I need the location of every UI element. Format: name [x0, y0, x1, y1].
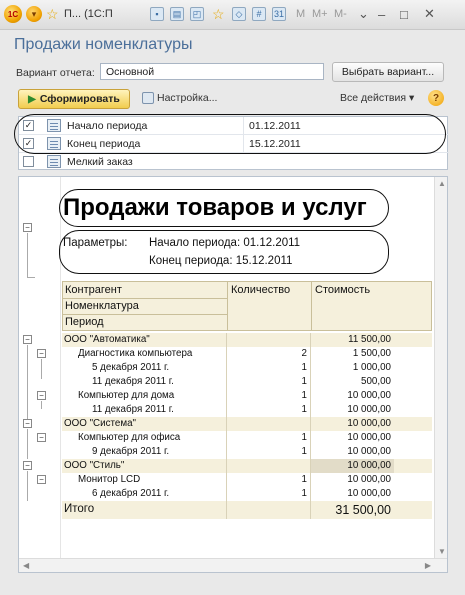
total-row[interactable]: Итого 31 500,00: [62, 501, 432, 519]
all-actions-menu[interactable]: Все действия ▾: [340, 92, 414, 104]
generate-label: Сформировать: [39, 93, 120, 105]
collapse-group-icon[interactable]: −: [23, 419, 32, 428]
table-row[interactable]: ООО "Стиль" 10 000,00: [62, 459, 432, 473]
table-row[interactable]: 5 декабря 2011 г. 1 1 000,00: [62, 361, 432, 375]
header-counterparty: Контрагент: [65, 284, 122, 296]
table-row[interactable]: 9 декабря 2011 г. 1 10 000,00: [62, 445, 432, 459]
title-bar: 1С ▾ ☆ П... (1С:П ▪ ▤ ◰ ☆ ◇ # 31 M M+ M-…: [0, 0, 465, 30]
table-row[interactable]: ООО "Система" 10 000,00: [62, 417, 432, 431]
maximize-icon[interactable]: □: [400, 5, 408, 23]
table-row[interactable]: Монитор LCD 1 10 000,00: [62, 473, 432, 487]
header-nomenclature: Номенклатура: [65, 300, 139, 312]
app-logo-icon[interactable]: 1С: [4, 5, 22, 23]
grouping-gutter: [19, 177, 61, 560]
vertical-scrollbar[interactable]: ▲ ▼: [434, 177, 447, 560]
menu-dropdown-icon[interactable]: ▾: [26, 6, 42, 22]
param-row-small-order[interactable]: Мелкий заказ: [19, 153, 449, 171]
collapse-group-icon[interactable]: −: [23, 335, 32, 344]
annotation-oval: [59, 189, 389, 227]
help-icon[interactable]: ?: [428, 90, 444, 106]
save-icon[interactable]: ▪: [150, 7, 164, 21]
collapse-item-icon[interactable]: −: [37, 391, 46, 400]
link-icon[interactable]: ◇: [232, 7, 246, 21]
calculator-icon[interactable]: #: [252, 7, 266, 21]
page-title: Продажи номенклатуры: [14, 36, 193, 53]
window-title: П... (1С:П: [64, 8, 113, 20]
param-checkbox[interactable]: [23, 156, 34, 167]
horizontal-scrollbar[interactable]: ◀ ▶: [19, 558, 447, 572]
table-row[interactable]: Диагностика компьютера 2 1 500,00: [62, 347, 432, 361]
m-plus-button[interactable]: M+: [312, 5, 328, 23]
scroll-right-icon[interactable]: ▶: [425, 561, 431, 570]
param-name: Мелкий заказ: [67, 156, 133, 168]
collapse-header-icon[interactable]: −: [23, 223, 32, 232]
choose-variant-button[interactable]: Выбрать вариант...: [332, 62, 444, 82]
annotation-oval: [59, 230, 389, 274]
minimize-icon[interactable]: –: [378, 5, 385, 23]
collapse-group-icon[interactable]: −: [23, 461, 32, 470]
header-cost: Стоимость: [315, 284, 371, 296]
collapse-item-icon[interactable]: −: [37, 433, 46, 442]
collapse-item-icon[interactable]: −: [37, 349, 46, 358]
scroll-up-icon[interactable]: ▲: [438, 179, 446, 188]
variant-field[interactable]: Основной: [100, 63, 324, 80]
table-row[interactable]: ООО "Автоматика" 11 500,00: [62, 333, 432, 347]
report-area[interactable]: − − − − − − − − Продажи товаров и услуг …: [18, 176, 448, 573]
settings-button[interactable]: Настройка...: [142, 92, 217, 104]
header-period: Период: [65, 316, 104, 328]
table-row[interactable]: Компьютер для офиса 1 10 000,00: [62, 431, 432, 445]
table-header: Контрагент Номенклатура Период Количеств…: [62, 281, 432, 331]
table-row[interactable]: 11 декабря 2011 г. 1 500,00: [62, 375, 432, 389]
table-row[interactable]: 6 декабря 2011 г. 1 10 000,00: [62, 487, 432, 501]
m-minus-button[interactable]: M-: [334, 5, 347, 23]
param-type-icon: [47, 155, 61, 168]
settings-label: Настройка...: [157, 92, 218, 104]
annotation-oval: [14, 114, 446, 154]
close-icon[interactable]: ✕: [424, 5, 435, 23]
chevron-down-icon[interactable]: ⌄: [358, 5, 369, 23]
scroll-left-icon[interactable]: ◀: [23, 561, 29, 570]
collapse-item-icon[interactable]: −: [37, 475, 46, 484]
header-quantity: Количество: [231, 284, 291, 296]
m-button[interactable]: M: [296, 5, 305, 23]
play-icon: ▶: [28, 93, 36, 105]
favorite-star-icon[interactable]: ☆: [46, 5, 59, 23]
print-icon[interactable]: ▤: [170, 7, 184, 21]
table-row[interactable]: Компьютер для дома 1 10 000,00: [62, 389, 432, 403]
calendar-icon[interactable]: 31: [272, 7, 286, 21]
table-row[interactable]: 11 декабря 2011 г. 1 10 000,00: [62, 403, 432, 417]
settings-icon: [142, 92, 154, 104]
generate-button[interactable]: ▶ Сформировать: [18, 89, 130, 109]
add-favorite-icon[interactable]: ☆: [212, 5, 225, 23]
variant-label: Вариант отчета:: [16, 67, 95, 79]
preview-icon[interactable]: ◰: [190, 7, 204, 21]
scroll-down-icon[interactable]: ▼: [438, 547, 446, 556]
